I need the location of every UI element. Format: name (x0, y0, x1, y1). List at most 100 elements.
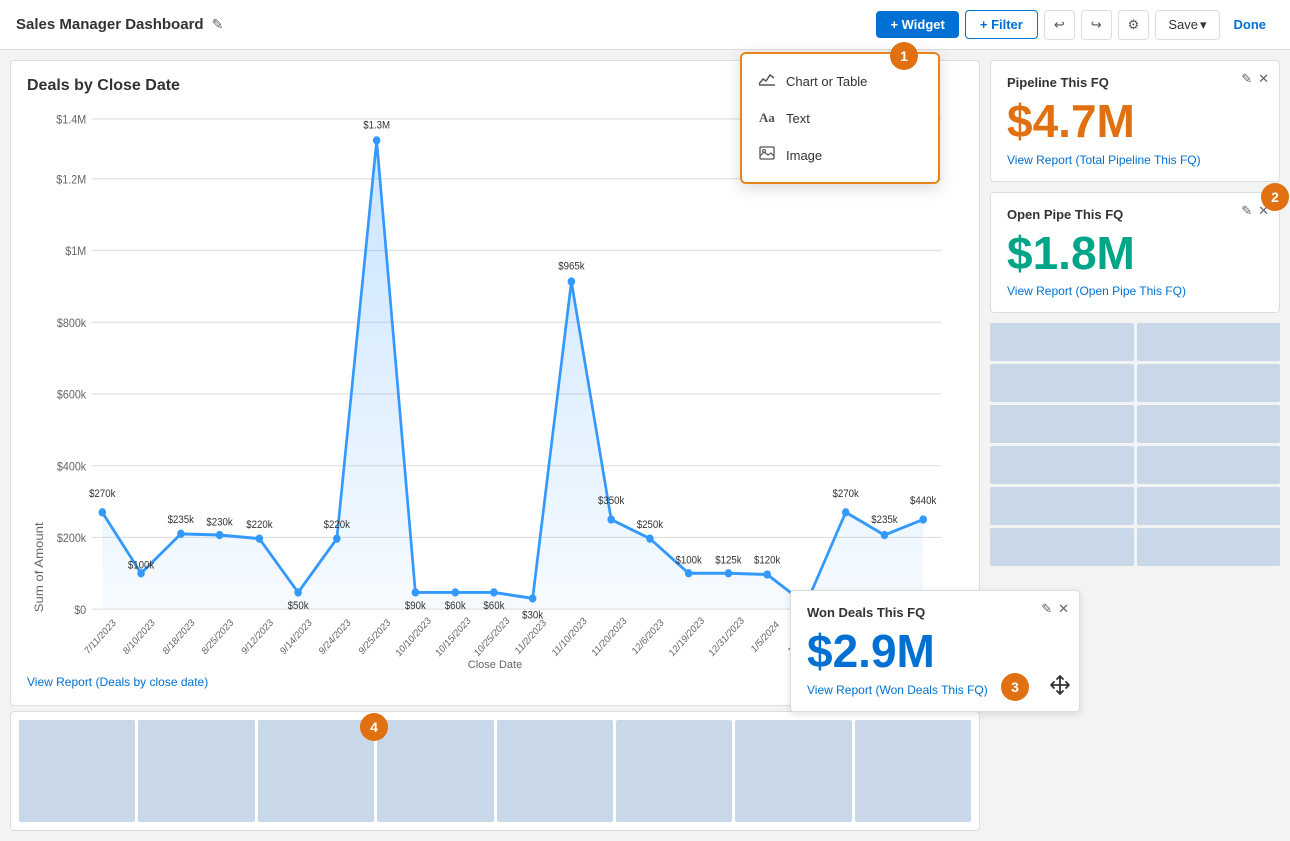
svg-text:$600k: $600k (57, 389, 87, 402)
won-deals-close-btn[interactable]: ✕ (1058, 601, 1069, 617)
menu-item-text[interactable]: Aa Text (742, 100, 938, 136)
settings-button[interactable]: ⚙ (1118, 10, 1150, 40)
svg-text:11/10/2023: 11/10/2023 (550, 615, 589, 657)
won-deals-card: ✎ ✕ Won Deals This FQ $2.9M View Report … (790, 590, 1080, 712)
image-icon (758, 146, 776, 164)
svg-text:10/10/2023: 10/10/2023 (394, 615, 434, 657)
svg-text:$200k: $200k (57, 533, 87, 546)
pipeline-edit-btn[interactable]: ✎ (1241, 71, 1252, 87)
open-pipe-card: ✎ ✕ Open Pipe This FQ $1.8M View Report … (990, 192, 1280, 314)
badge-3: 3 (1001, 673, 1029, 701)
svg-text:$90k: $90k (405, 601, 427, 613)
svg-text:$800k: $800k (57, 318, 87, 331)
rp-cell (1137, 528, 1281, 566)
rp-cell (990, 364, 1134, 402)
svg-text:$60k: $60k (445, 601, 467, 613)
placeholder-cell (497, 720, 613, 822)
widget-button[interactable]: + Widget (876, 11, 958, 38)
rp-cell (1137, 323, 1281, 361)
rp-cell (990, 446, 1134, 484)
svg-text:$1.4M: $1.4M (56, 114, 86, 127)
dashboard-title: Sales Manager Dashboard (16, 16, 204, 33)
open-pipe-card-value: $1.8M (1007, 228, 1263, 279)
card-actions: ✎ ✕ (1041, 601, 1069, 617)
rp-cell (1137, 364, 1281, 402)
rp-cell (990, 323, 1134, 361)
placeholder-cell (377, 720, 493, 822)
svg-text:$270k: $270k (833, 488, 860, 500)
svg-text:$250k: $250k (637, 519, 664, 531)
widget-dropdown: Chart or Table Aa Text Image (740, 52, 940, 184)
right-placeholder-grid (990, 323, 1280, 566)
svg-text:$965k: $965k (558, 261, 585, 273)
main-content: Deals by Close Date Sum of Amount (0, 50, 1290, 841)
card-actions: ✎ ✕ (1241, 71, 1269, 87)
rp-cell (1137, 405, 1281, 443)
redo-icon: ↪ (1091, 17, 1102, 33)
redo-button[interactable]: ↪ (1081, 10, 1112, 40)
chart-area: Sum of Amount $0 $200k $400k $600k (27, 107, 963, 657)
right-column: ✎ ✕ Pipeline This FQ $4.7M View Report (… (990, 50, 1290, 841)
rp-cell (1137, 487, 1281, 525)
svg-text:$270k: $270k (89, 488, 116, 500)
pipeline-card: ✎ ✕ Pipeline This FQ $4.7M View Report (… (990, 60, 1280, 182)
svg-text:Sum of Amount: Sum of Amount (33, 522, 46, 612)
placeholder-cell (616, 720, 732, 822)
top-bar-left: Sales Manager Dashboard ✎ (16, 16, 223, 33)
move-drag-icon[interactable] (1049, 674, 1071, 701)
badge-2: 2 (1261, 183, 1289, 211)
pipeline-card-link[interactable]: View Report (Total Pipeline This FQ) (1007, 153, 1263, 167)
placeholder-cell (138, 720, 254, 822)
save-button[interactable]: Save ▾ (1155, 10, 1219, 40)
svg-text:$100k: $100k (675, 555, 702, 567)
svg-text:9/24/2023: 9/24/2023 (317, 617, 353, 657)
filter-button[interactable]: + Filter (965, 10, 1038, 39)
svg-text:10/15/2023: 10/15/2023 (434, 615, 474, 657)
svg-text:$120k: $120k (754, 555, 781, 567)
svg-text:11/20/2023: 11/20/2023 (590, 615, 629, 657)
chart-icon (758, 72, 776, 90)
image-menu-label: Image (786, 148, 822, 163)
placeholder-cell (19, 720, 135, 822)
svg-text:9/12/2023: 9/12/2023 (240, 617, 276, 657)
badge-1: 1 (890, 42, 918, 70)
svg-text:$220k: $220k (324, 519, 351, 531)
svg-text:8/25/2023: 8/25/2023 (200, 617, 236, 657)
rp-cell (990, 405, 1134, 443)
svg-text:$350k: $350k (598, 496, 625, 508)
placeholder-cell (735, 720, 851, 822)
svg-text:$125k: $125k (715, 555, 742, 567)
rp-cell (990, 487, 1134, 525)
undo-icon: ↩ (1054, 17, 1065, 33)
open-pipe-card-link[interactable]: View Report (Open Pipe This FQ) (1007, 284, 1263, 298)
svg-text:$0: $0 (74, 604, 86, 617)
svg-text:$60k: $60k (483, 601, 505, 613)
menu-item-image[interactable]: Image (742, 136, 938, 174)
svg-text:$100k: $100k (128, 560, 155, 572)
svg-text:12/19/2023: 12/19/2023 (667, 615, 707, 657)
text-icon: Aa (758, 110, 776, 126)
placeholder-cell (855, 720, 971, 822)
chart-menu-label: Chart or Table (786, 74, 867, 89)
svg-text:$1.3M: $1.3M (363, 120, 390, 132)
open-pipe-edit-btn[interactable]: ✎ (1241, 203, 1252, 219)
svg-text:$235k: $235k (871, 515, 898, 527)
undo-button[interactable]: ↩ (1044, 10, 1075, 40)
badge-4: 4 (360, 713, 388, 741)
svg-text:$230k: $230k (206, 517, 233, 529)
svg-text:8/10/2023: 8/10/2023 (121, 617, 157, 657)
svg-text:10/25/2023: 10/25/2023 (472, 615, 512, 657)
done-button[interactable]: Done (1226, 11, 1275, 38)
rp-cell (1137, 446, 1281, 484)
rp-cell (990, 528, 1134, 566)
won-deals-edit-btn[interactable]: ✎ (1041, 601, 1052, 617)
svg-text:$50k: $50k (288, 601, 310, 613)
svg-text:11/2/2023: 11/2/2023 (513, 617, 549, 657)
chevron-down-icon: ▾ (1200, 17, 1207, 33)
text-menu-label: Text (786, 111, 810, 126)
pipeline-close-btn[interactable]: ✕ (1258, 71, 1269, 87)
svg-text:9/25/2023: 9/25/2023 (357, 617, 393, 657)
svg-text:7/11/2023: 7/11/2023 (83, 617, 119, 657)
won-deals-card-title: Won Deals This FQ (807, 605, 1063, 620)
edit-title-icon[interactable]: ✎ (212, 16, 224, 33)
